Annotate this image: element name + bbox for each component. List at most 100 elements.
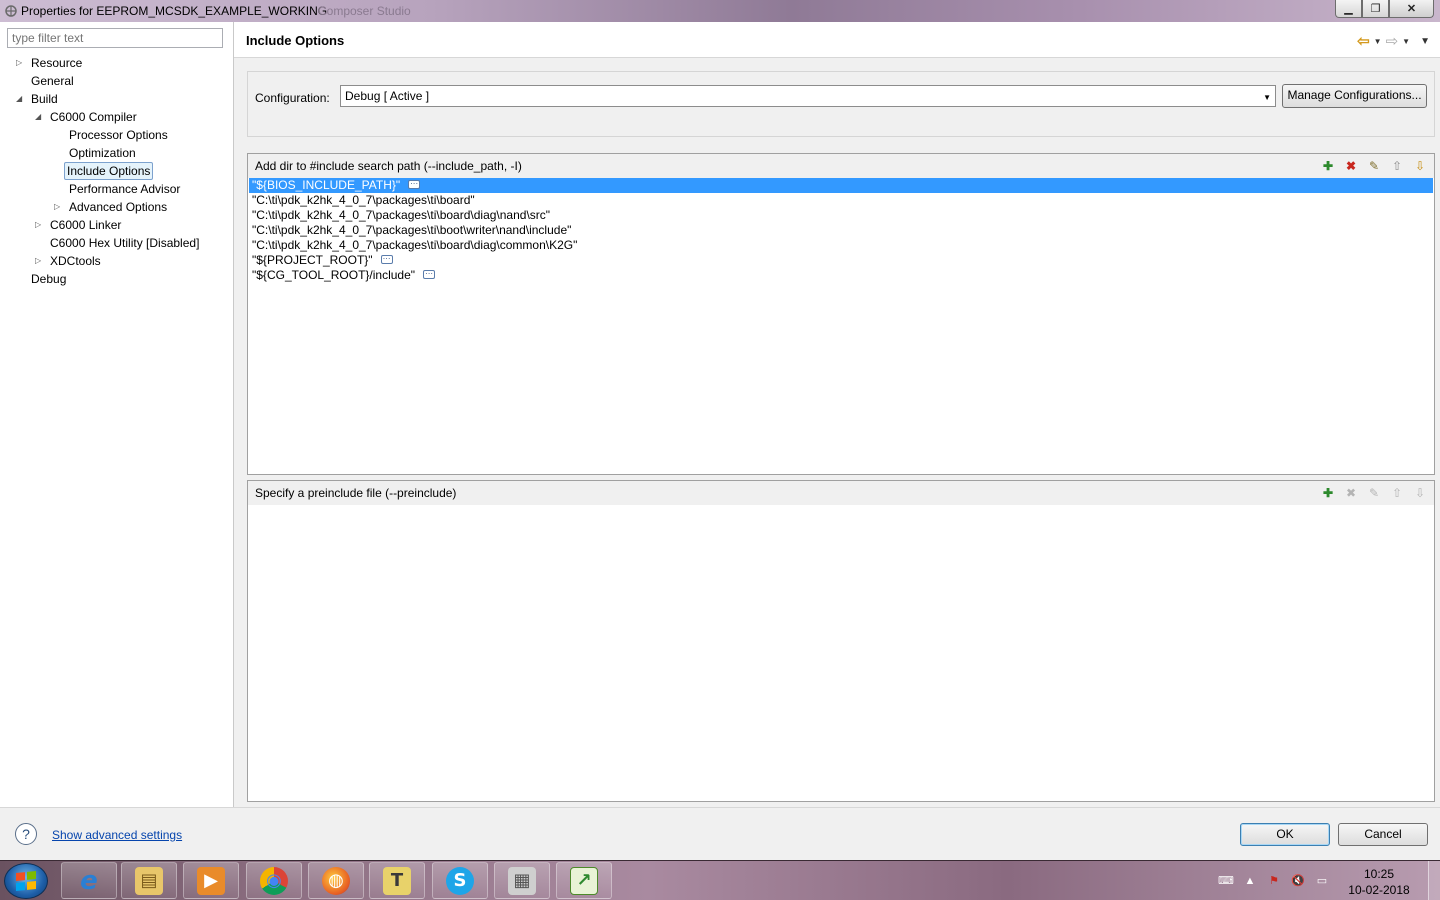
property-tree-panel: ▷ Resource General ◢ Build ◢ C6000 Compi…	[0, 22, 234, 807]
tree-item-label: XDCtools	[50, 254, 101, 268]
taskbar-skype[interactable]: S	[432, 862, 488, 899]
variable-more-icon[interactable]: ···	[408, 180, 421, 190]
start-button[interactable]	[4, 863, 48, 899]
list-item[interactable]: "C:\ti\pdk_k2hk_4_0_7\packages\ti\boot\w…	[249, 223, 1433, 238]
add-icon[interactable]: ✚	[1320, 485, 1336, 501]
taskbar-firefox[interactable]: ◍	[308, 862, 364, 899]
tree-item-c6000-hex-utility[interactable]: C6000 Hex Utility [Disabled]	[33, 234, 203, 252]
filter-input[interactable]	[7, 28, 223, 48]
tree-item-general[interactable]: General	[14, 72, 78, 90]
cube-icon: ▦	[508, 866, 536, 895]
collapse-arrow-icon[interactable]: ◢	[16, 90, 26, 108]
minimize-button[interactable]: ▁	[1335, 0, 1362, 18]
taskbar-internet-explorer[interactable]: e	[61, 862, 117, 899]
back-dropdown-icon[interactable]: ▼	[1374, 37, 1382, 46]
tree-item-label: Build	[31, 92, 58, 106]
list-item[interactable]: "C:\ti\pdk_k2hk_4_0_7\packages\ti\board\…	[249, 238, 1433, 253]
tree-item-optimization[interactable]: Optimization	[52, 144, 140, 162]
include-path-toolbar: ✚ ✖ ✎ ⇧ ⇩	[1320, 158, 1428, 174]
tree-item-resource[interactable]: ▷ Resource	[14, 54, 86, 72]
tree-item-label: C6000 Compiler	[50, 110, 137, 124]
list-item[interactable]: "C:\ti\pdk_k2hk_4_0_7\packages\ti\board"	[249, 193, 1433, 208]
delete-icon[interactable]: ✖	[1343, 158, 1359, 174]
show-advanced-settings-link[interactable]: Show advanced settings	[52, 828, 182, 842]
include-path-section: Add dir to #include search path (--inclu…	[247, 153, 1435, 475]
expand-arrow-icon[interactable]: ▷	[16, 54, 26, 72]
tree-item-debug[interactable]: Debug	[14, 270, 70, 288]
taskbar-code-composer[interactable]: ↗	[556, 862, 612, 899]
tree-item-c6000-linker[interactable]: ▷ C6000 Linker	[33, 216, 125, 234]
window-title-bar: Properties for EEPROM_MCSDK_EXAMPLE_WORK…	[0, 0, 1440, 22]
taskbar-media-player[interactable]: ▶	[183, 862, 239, 899]
expand-arrow-icon[interactable]: ▷	[35, 216, 45, 234]
ok-button[interactable]: OK	[1240, 823, 1330, 846]
tree-item-build[interactable]: ◢ Build	[14, 90, 62, 108]
list-item-text: "${PROJECT_ROOT}"	[252, 253, 373, 267]
tree-item-label: C6000 Linker	[50, 218, 122, 232]
list-item-text: "${CG_TOOL_ROOT}/include"	[252, 268, 416, 282]
show-hidden-icons-icon[interactable]: ▲	[1242, 873, 1258, 889]
window-title: Properties for EEPROM_MCSDK_EXAMPLE_WORK…	[21, 4, 328, 18]
forward-dropdown-icon[interactable]: ▼	[1402, 37, 1410, 46]
list-item[interactable]: "C:\ti\pdk_k2hk_4_0_7\packages\ti\board\…	[249, 208, 1433, 223]
preinclude-toolbar: ✚ ✖ ✎ ⇧ ⇩	[1320, 485, 1428, 501]
clock-date: 10-02-2018	[1348, 883, 1410, 897]
action-center-icon[interactable]: ⚑	[1266, 873, 1282, 889]
list-item[interactable]: "${CG_TOOL_ROOT}/include" ···	[249, 268, 1433, 283]
taskbar-virtual-box[interactable]: ▦	[494, 862, 550, 899]
collapse-arrow-icon[interactable]: ◢	[35, 108, 45, 126]
list-item[interactable]: "${PROJECT_ROOT}" ···	[249, 253, 1433, 268]
include-path-list[interactable]: "${BIOS_INCLUDE_PATH}" ··· "C:\ti\pdk_k2h…	[249, 178, 1433, 283]
list-item-text: "C:\ti\pdk_k2hk_4_0_7\packages\ti\board"	[252, 193, 475, 207]
maximize-button[interactable]: ❐	[1362, 0, 1389, 18]
configuration-select[interactable]: Debug [ Active ] ▼	[340, 85, 1276, 107]
tree-item-processor-options[interactable]: Processor Options	[52, 126, 172, 144]
taskbar-file-explorer[interactable]: ▤	[121, 862, 177, 899]
taskbar-text-editor[interactable]: T	[369, 862, 425, 899]
configuration-value: Debug [ Active ]	[345, 89, 430, 103]
taskbar-chrome[interactable]: ◉	[246, 862, 302, 899]
preinclude-section: Specify a preinclude file (--preinclude)…	[247, 480, 1435, 802]
move-up-icon[interactable]: ⇧	[1389, 158, 1405, 174]
variable-more-icon[interactable]: ···	[423, 270, 436, 280]
move-down-icon[interactable]: ⇩	[1412, 158, 1428, 174]
tree-item-xdctools[interactable]: ▷ XDCtools	[33, 252, 105, 270]
tree-item-label: Include Options	[64, 162, 154, 180]
keyboard-icon[interactable]: ⌨	[1218, 873, 1234, 889]
clock[interactable]: 10:25 10-02-2018	[1344, 866, 1414, 898]
configuration-label: Configuration:	[255, 91, 330, 105]
system-tray: ⌨ ▲ ⚑ 🔇 ▭	[1210, 861, 1330, 900]
tree-item-label: Resource	[31, 56, 83, 70]
back-arrow-icon[interactable]: ⇦	[1357, 32, 1370, 50]
tree-item-label: General	[31, 74, 74, 88]
chevron-down-icon[interactable]: ▼	[1263, 93, 1271, 102]
tree-item-c6000-compiler[interactable]: ◢ C6000 Compiler	[33, 108, 141, 126]
folder-icon: ▤	[135, 866, 163, 895]
close-button[interactable]: ✕	[1389, 0, 1434, 18]
volume-muted-icon[interactable]: 🔇	[1290, 873, 1306, 889]
view-menu-icon[interactable]: ▼	[1420, 36, 1430, 47]
edit-icon: ✎	[1368, 486, 1380, 500]
expand-arrow-icon[interactable]: ▷	[35, 252, 45, 270]
list-item-text: "${BIOS_INCLUDE_PATH}"	[252, 178, 401, 192]
history-nav: ⇦ ▼ ⇨ ▼ ▼	[1357, 32, 1430, 50]
tree-item-performance-advisor[interactable]: Performance Advisor	[52, 180, 184, 198]
internet-explorer-icon: e	[80, 865, 98, 896]
tree-item-label: C6000 Hex Utility [Disabled]	[50, 236, 200, 250]
tree-item-advanced-options[interactable]: ▷ Advanced Options	[52, 198, 171, 216]
skype-icon: S	[446, 866, 474, 895]
add-icon[interactable]: ✚	[1320, 158, 1336, 174]
network-icon[interactable]: ▭	[1314, 873, 1330, 889]
tree-item-include-options[interactable]: Include Options	[52, 162, 154, 180]
help-icon[interactable]: ?	[15, 823, 37, 845]
list-item[interactable]: "${BIOS_INCLUDE_PATH}" ···	[249, 178, 1433, 193]
expand-arrow-icon[interactable]: ▷	[54, 198, 64, 216]
window-title-ghost: Composer Studio	[318, 4, 411, 18]
variable-more-icon[interactable]: ···	[380, 255, 393, 265]
forward-arrow-icon[interactable]: ⇨	[1386, 32, 1399, 50]
edit-icon[interactable]: ✎	[1366, 158, 1382, 174]
manage-configurations-button[interactable]: Manage Configurations...	[1282, 84, 1427, 108]
show-desktop-button[interactable]	[1428, 861, 1440, 900]
move-up-icon: ⇧	[1391, 486, 1403, 500]
cancel-button[interactable]: Cancel	[1338, 823, 1428, 846]
